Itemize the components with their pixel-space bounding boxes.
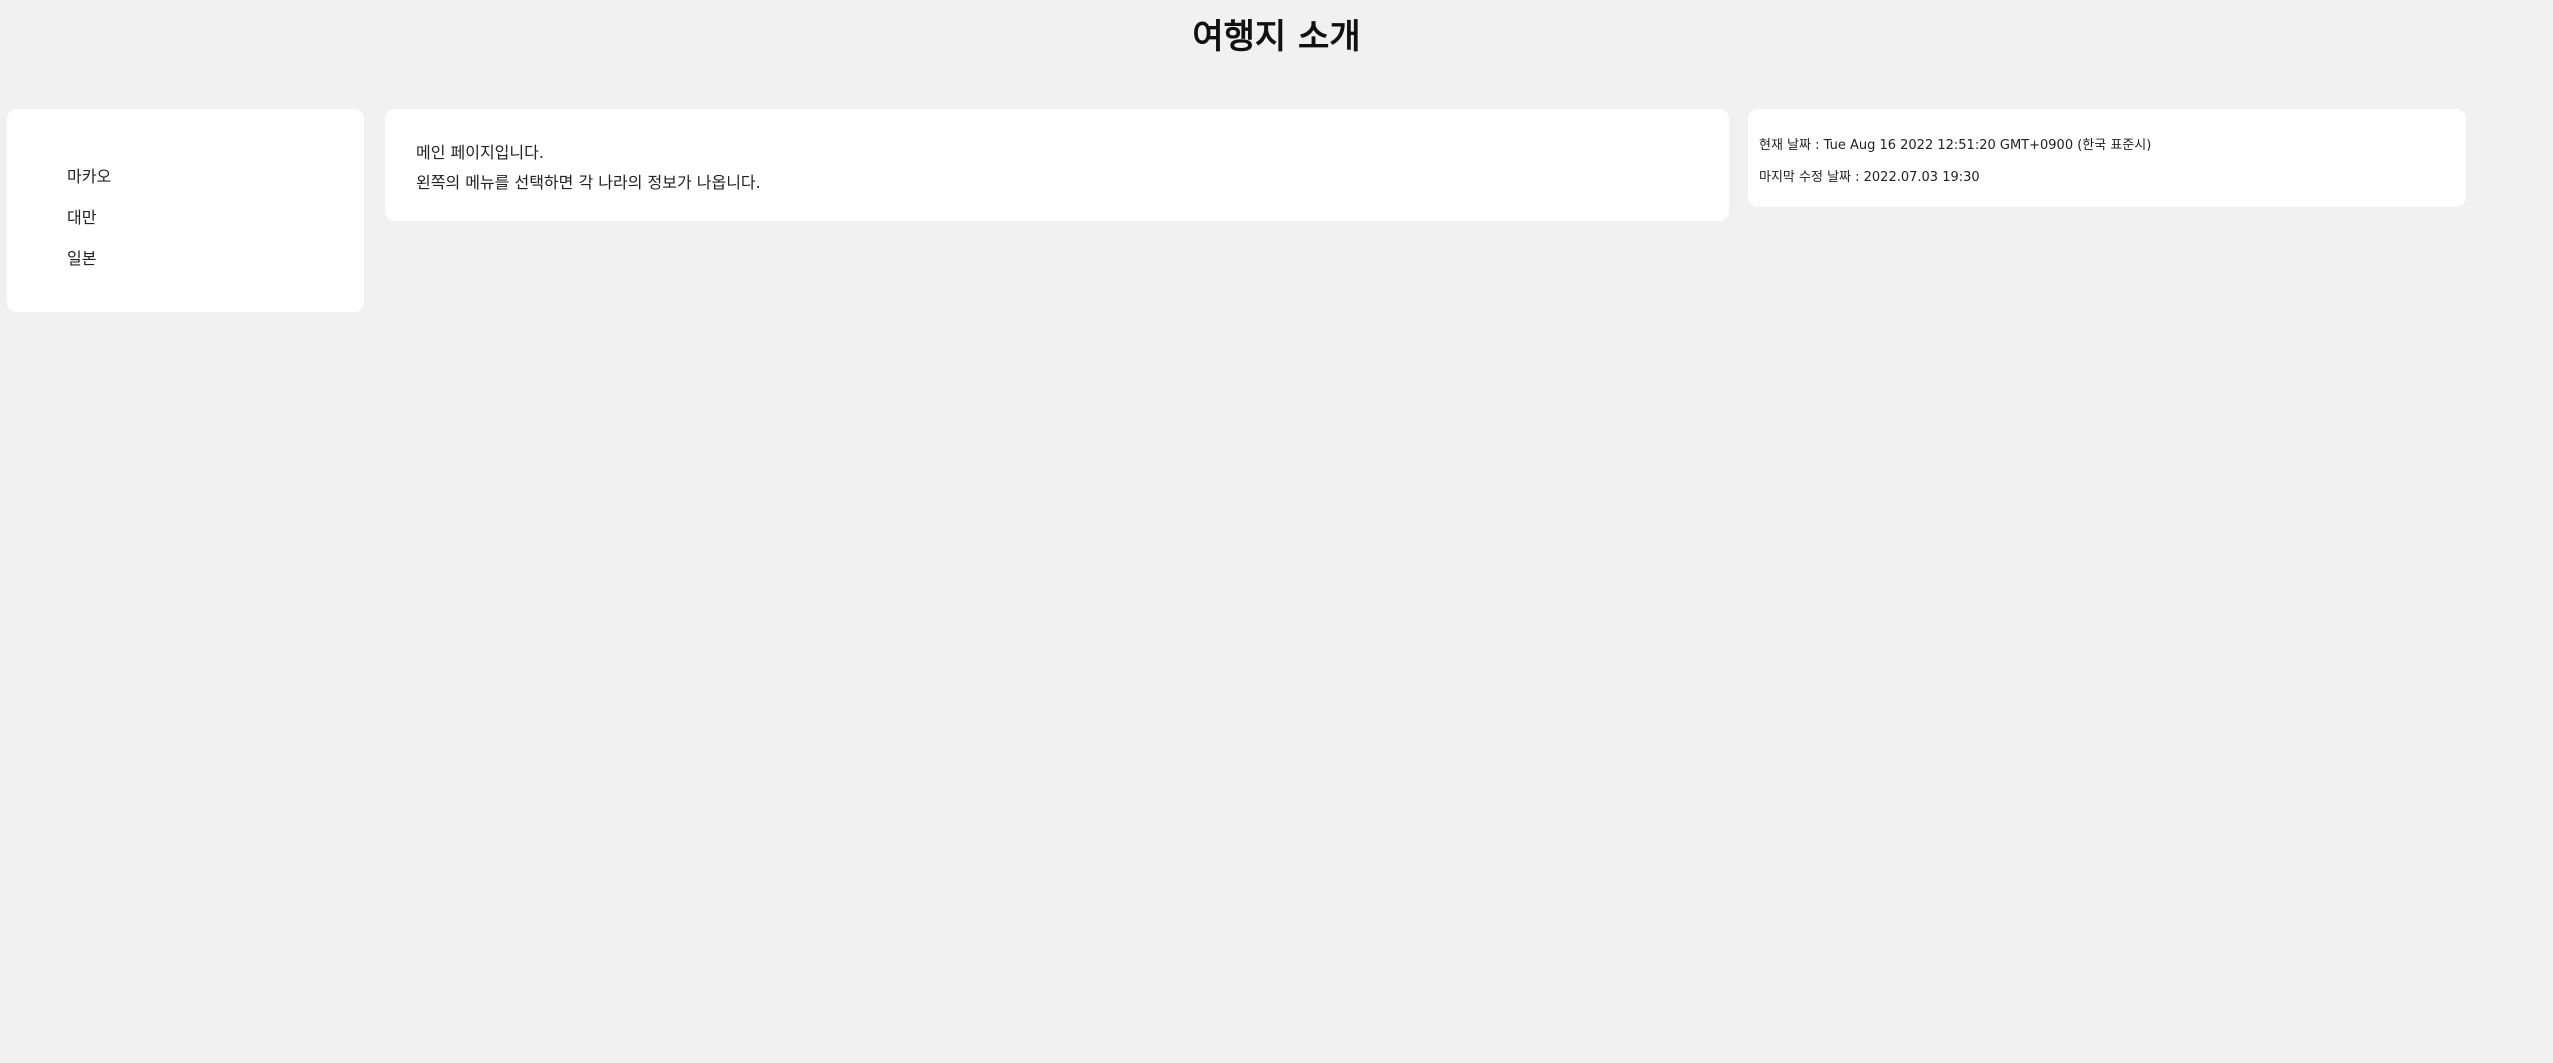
menu-item-japan[interactable]: 일본 — [67, 238, 111, 279]
menu-list: 마카오 대만 일본 — [67, 156, 111, 279]
main-intro-text: 메인 페이지입니다. — [416, 143, 544, 162]
page-title: 여행지 소개 — [1192, 17, 1361, 57]
main-instruction-text: 왼쪽의 메뉴를 선택하면 각 나라의 정보가 나옵니다. — [416, 173, 761, 192]
current-date-text: 현재 날짜 : Tue Aug 16 2022 12:51:20 GMT+090… — [1759, 138, 2152, 153]
sidebar-menu: 마카오 대만 일본 — [7, 109, 364, 312]
menu-item-macau[interactable]: 마카오 — [67, 156, 111, 197]
last-modified-text: 마지막 수정 날짜 : 2022.07.03 19:30 — [1759, 170, 1980, 185]
main-content: 메인 페이지입니다. 왼쪽의 메뉴를 선택하면 각 나라의 정보가 나옵니다. — [385, 109, 1729, 221]
menu-item-taiwan[interactable]: 대만 — [67, 197, 111, 238]
date-info-panel: 현재 날짜 : Tue Aug 16 2022 12:51:20 GMT+090… — [1748, 109, 2466, 207]
